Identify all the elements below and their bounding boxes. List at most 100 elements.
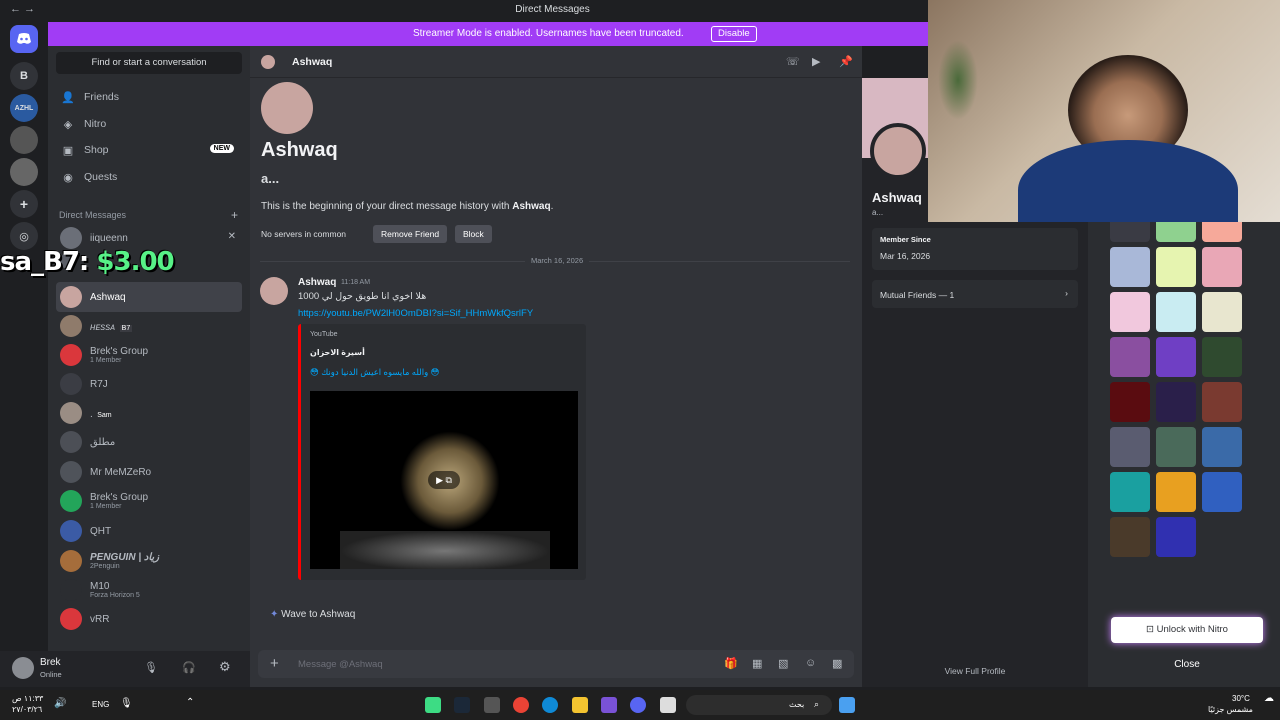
store-icon[interactable] [484, 697, 500, 713]
theme-swatch[interactable] [1110, 427, 1150, 467]
sidebar-item-quests[interactable]: ◉ Quests [56, 165, 242, 189]
dm-item[interactable]: . Sam [56, 398, 242, 428]
weather-icon[interactable]: ☁ [1264, 693, 1274, 704]
server-b[interactable]: B [10, 62, 38, 90]
windows-start-icon[interactable] [839, 697, 855, 713]
theme-swatch[interactable] [1202, 337, 1242, 377]
find-conversation-button[interactable]: Find or start a conversation [56, 52, 242, 74]
theme-swatch[interactable] [1110, 517, 1150, 557]
taskbar-search[interactable]: بحث ⌕ [686, 695, 832, 715]
discord-home-icon[interactable] [10, 25, 38, 53]
server-azhl[interactable]: AZHL [10, 94, 38, 122]
close-icon[interactable]: ✕ [228, 231, 236, 242]
dm-item[interactable]: Brek's Group 1 Member [56, 340, 242, 370]
theme-swatch[interactable] [1110, 337, 1150, 377]
dm-item[interactable]: ʜᴇssᴀ B7 [56, 311, 242, 341]
dm-item[interactable]: Mr MeMZeRo [56, 457, 242, 487]
add-attachment-icon[interactable]: + [270, 655, 279, 672]
theme-swatch[interactable] [1110, 382, 1150, 422]
user-name: Brek [40, 657, 61, 668]
avatar[interactable] [12, 657, 34, 679]
message-input[interactable]: + Message @Ashwaq 🎁 ▦ ▧ ☺ ▩ [258, 650, 854, 678]
chevron-up-icon[interactable]: ⌃ [186, 697, 194, 708]
message-link[interactable]: https://youtu.be/PW2lH0OmDBI?si=Sif_HHmW… [298, 308, 533, 319]
embed-video-title[interactable]: 😳 والله مايسوه اعيش الدنيا دونك 😳 [310, 367, 439, 378]
block-button[interactable]: Block [455, 225, 492, 243]
language-indicator[interactable]: ENG [92, 700, 109, 709]
theme-swatch[interactable] [1156, 472, 1196, 512]
chat-area: Ashwaq ☏ ▶ 📌 Ashwaq a... This is the beg… [250, 46, 862, 687]
microphone-icon[interactable]: 🎙 [144, 661, 158, 674]
create-dm-icon[interactable]: + [231, 208, 238, 222]
emoji-icon[interactable]: ☺ [805, 657, 816, 669]
sidebar-item-friends[interactable]: 👤 Friends [56, 85, 242, 109]
group-avatar [60, 344, 82, 366]
theme-swatch[interactable] [1156, 382, 1196, 422]
server-icon[interactable] [10, 158, 38, 186]
avatar [261, 55, 275, 69]
theme-swatch[interactable] [1202, 427, 1242, 467]
theme-swatch[interactable] [1110, 472, 1150, 512]
mutual-friends-button[interactable]: Mutual Friends — 1 › [872, 280, 1078, 308]
avatar [60, 373, 82, 395]
dm-item[interactable]: PENGUIN | زياد 2Penguin [56, 546, 242, 576]
theme-swatch[interactable] [1156, 337, 1196, 377]
steam-icon[interactable] [454, 697, 470, 713]
add-server-icon[interactable]: + [10, 190, 38, 218]
pin-icon[interactable]: 📌 [839, 55, 853, 68]
video-call-icon[interactable]: ▶ [812, 55, 820, 68]
theme-swatch[interactable] [1202, 472, 1242, 512]
chrome-icon[interactable] [513, 697, 529, 713]
dm-item[interactable]: مطلق [56, 427, 242, 457]
remove-friend-button[interactable]: Remove Friend [373, 225, 448, 243]
theme-swatch[interactable] [1110, 247, 1150, 287]
microphone-icon[interactable]: 🎙 [120, 698, 133, 709]
view-full-profile-link[interactable]: View Full Profile [862, 666, 1088, 676]
app-icon[interactable] [425, 697, 441, 713]
volume-icon[interactable]: 🔊 [54, 698, 66, 709]
discord-taskbar-icon[interactable] [630, 697, 646, 713]
app-icon[interactable] [601, 697, 617, 713]
theme-swatch[interactable] [1110, 292, 1150, 332]
dm-item[interactable]: M10 Forza Horizon 5 [56, 575, 242, 605]
message-author[interactable]: Ashwaq [298, 277, 336, 288]
video-thumbnail[interactable]: ▶ ⧉ [310, 391, 578, 569]
unlock-with-nitro-button[interactable]: ⊡ Unlock with Nitro [1111, 617, 1263, 643]
wave-button[interactable]: ✦ Wave to Ashwaq [262, 603, 363, 627]
notepad-icon[interactable] [660, 697, 676, 713]
explore-icon[interactable]: ◎ [10, 222, 38, 250]
banner-text: Streamer Mode is enabled. Usernames have… [413, 28, 684, 39]
dm-item-ashwaq[interactable]: Ashwaq [56, 282, 242, 312]
theme-swatch[interactable] [1156, 292, 1196, 332]
apps-icon[interactable]: ▩ [832, 657, 842, 670]
dm-item[interactable]: Brek's Group 1 Member [56, 486, 242, 516]
file-explorer-icon[interactable] [572, 697, 588, 713]
theme-swatch[interactable] [1156, 247, 1196, 287]
gif-icon[interactable]: ▦ [752, 657, 762, 670]
avatar [60, 227, 82, 249]
gift-icon[interactable]: 🎁 [724, 657, 738, 670]
profile-avatar[interactable] [870, 123, 926, 179]
dm-item[interactable]: vRR [56, 604, 242, 634]
edge-icon[interactable] [542, 697, 558, 713]
theme-swatch[interactable] [1156, 517, 1196, 557]
disable-button[interactable]: Disable [711, 26, 757, 42]
sticker-icon[interactable]: ▧ [778, 657, 788, 670]
theme-swatch[interactable] [1202, 247, 1242, 287]
profile-avatar-large[interactable] [261, 82, 313, 134]
headphones-icon[interactable]: 🎧 [182, 661, 196, 674]
settings-gear-icon[interactable]: ⚙ [219, 659, 231, 675]
theme-swatch[interactable] [1202, 292, 1242, 332]
embed-channel[interactable]: أسيرة الاحزان [310, 348, 365, 357]
theme-swatch[interactable] [1202, 382, 1242, 422]
server-icon[interactable] [10, 126, 38, 154]
voice-call-icon[interactable]: ☏ [786, 55, 800, 68]
avatar[interactable] [260, 277, 288, 305]
theme-swatch[interactable] [1156, 427, 1196, 467]
sidebar-item-shop[interactable]: ▣ Shop NEW [56, 138, 242, 162]
dm-item[interactable]: R7J [56, 369, 242, 399]
close-button[interactable]: Close [1088, 659, 1280, 670]
sidebar-item-nitro[interactable]: ◈ Nitro [56, 112, 242, 136]
dm-item[interactable]: QHT [56, 516, 242, 546]
play-icon[interactable]: ▶ ⧉ [428, 471, 460, 489]
